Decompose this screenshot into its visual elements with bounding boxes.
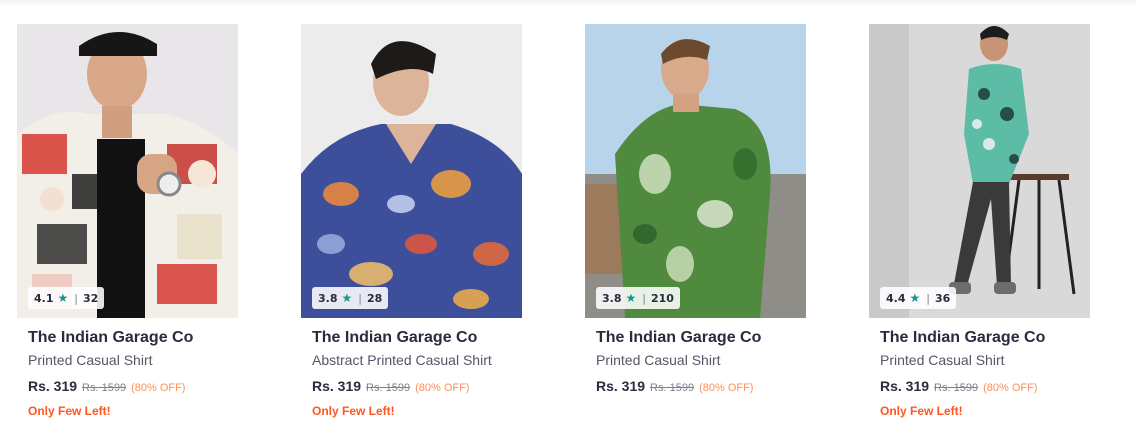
- rating-count: 210: [650, 291, 674, 305]
- product-price: Rs. 319: [312, 378, 362, 394]
- stock-note: Only Few Left!: [28, 404, 111, 418]
- product-image[interactable]: [301, 24, 522, 318]
- rating-count: 32: [82, 291, 99, 305]
- product-name: Printed Casual Shirt: [880, 352, 1005, 368]
- rating-badge: 3.8 ★ | 28: [312, 287, 389, 309]
- rating-value: 4.4: [886, 291, 906, 305]
- product-brand: The Indian Garage Co: [28, 329, 194, 346]
- rating-separator: |: [926, 291, 930, 305]
- rating-value: 4.1: [34, 291, 54, 305]
- star-icon: ★: [909, 291, 921, 305]
- rating-badge: 4.4 ★ | 36: [880, 287, 957, 309]
- product-mrp: Rs. 1599: [650, 382, 695, 394]
- stock-note: Only Few Left!: [880, 404, 963, 418]
- product-discount: (80% OFF): [983, 382, 1038, 394]
- rating-value: 3.8: [318, 291, 338, 305]
- price-row: Rs. 319 Rs. 1599 (80% OFF): [312, 378, 469, 394]
- product-discount: (80% OFF): [131, 382, 186, 394]
- product-price: Rs. 319: [596, 378, 646, 394]
- price-row: Rs. 319 Rs. 1599 (80% OFF): [880, 378, 1037, 394]
- rating-count: 36: [934, 291, 951, 305]
- product-name: Printed Casual Shirt: [28, 352, 153, 368]
- rating-separator: |: [358, 291, 362, 305]
- product-name: Printed Casual Shirt: [596, 352, 721, 368]
- product-photo-comic-print-shirt: [17, 24, 238, 318]
- product-card[interactable]: 4.4 ★ | 36 The Indian Garage Co Printed …: [869, 24, 1091, 424]
- product-image[interactable]: [17, 24, 238, 318]
- star-icon: ★: [625, 291, 637, 305]
- star-icon: ★: [341, 291, 353, 305]
- product-discount: (80% OFF): [699, 382, 754, 394]
- product-price: Rs. 319: [28, 378, 78, 394]
- rating-badge: 3.8 ★ | 210: [596, 287, 680, 309]
- rating-separator: |: [74, 291, 78, 305]
- product-card[interactable]: 3.8 ★ | 210 The Indian Garage Co Printed…: [585, 24, 807, 424]
- product-card[interactable]: 3.8 ★ | 28 The Indian Garage Co Abstract…: [301, 24, 523, 424]
- product-name: Abstract Printed Casual Shirt: [312, 352, 492, 368]
- price-row: Rs. 319 Rs. 1599 (80% OFF): [596, 378, 753, 394]
- product-mrp: Rs. 1599: [934, 382, 979, 394]
- product-image[interactable]: [869, 24, 1090, 318]
- product-price: Rs. 319: [880, 378, 930, 394]
- product-card[interactable]: 4.1 ★ | 32 The Indian Garage Co Printed …: [17, 24, 239, 424]
- stock-note: Only Few Left!: [312, 404, 395, 418]
- product-mrp: Rs. 1599: [366, 382, 411, 394]
- product-mrp: Rs. 1599: [82, 382, 127, 394]
- product-brand: The Indian Garage Co: [880, 329, 1046, 346]
- rating-value: 3.8: [602, 291, 622, 305]
- rating-separator: |: [642, 291, 646, 305]
- rating-count: 28: [366, 291, 383, 305]
- product-photo-abstract-print-shirt: [301, 24, 522, 318]
- product-image[interactable]: [585, 24, 806, 318]
- page-top-divider: [0, 0, 1136, 6]
- star-icon: ★: [57, 291, 69, 305]
- product-discount: (80% OFF): [415, 382, 470, 394]
- price-row: Rs. 319 Rs. 1599 (80% OFF): [28, 378, 185, 394]
- product-brand: The Indian Garage Co: [596, 329, 762, 346]
- product-photo-green-print-shirt: [585, 24, 806, 318]
- product-photo-floral-print-shirt: [869, 24, 1090, 318]
- rating-badge: 4.1 ★ | 32: [28, 287, 105, 309]
- product-brand: The Indian Garage Co: [312, 329, 478, 346]
